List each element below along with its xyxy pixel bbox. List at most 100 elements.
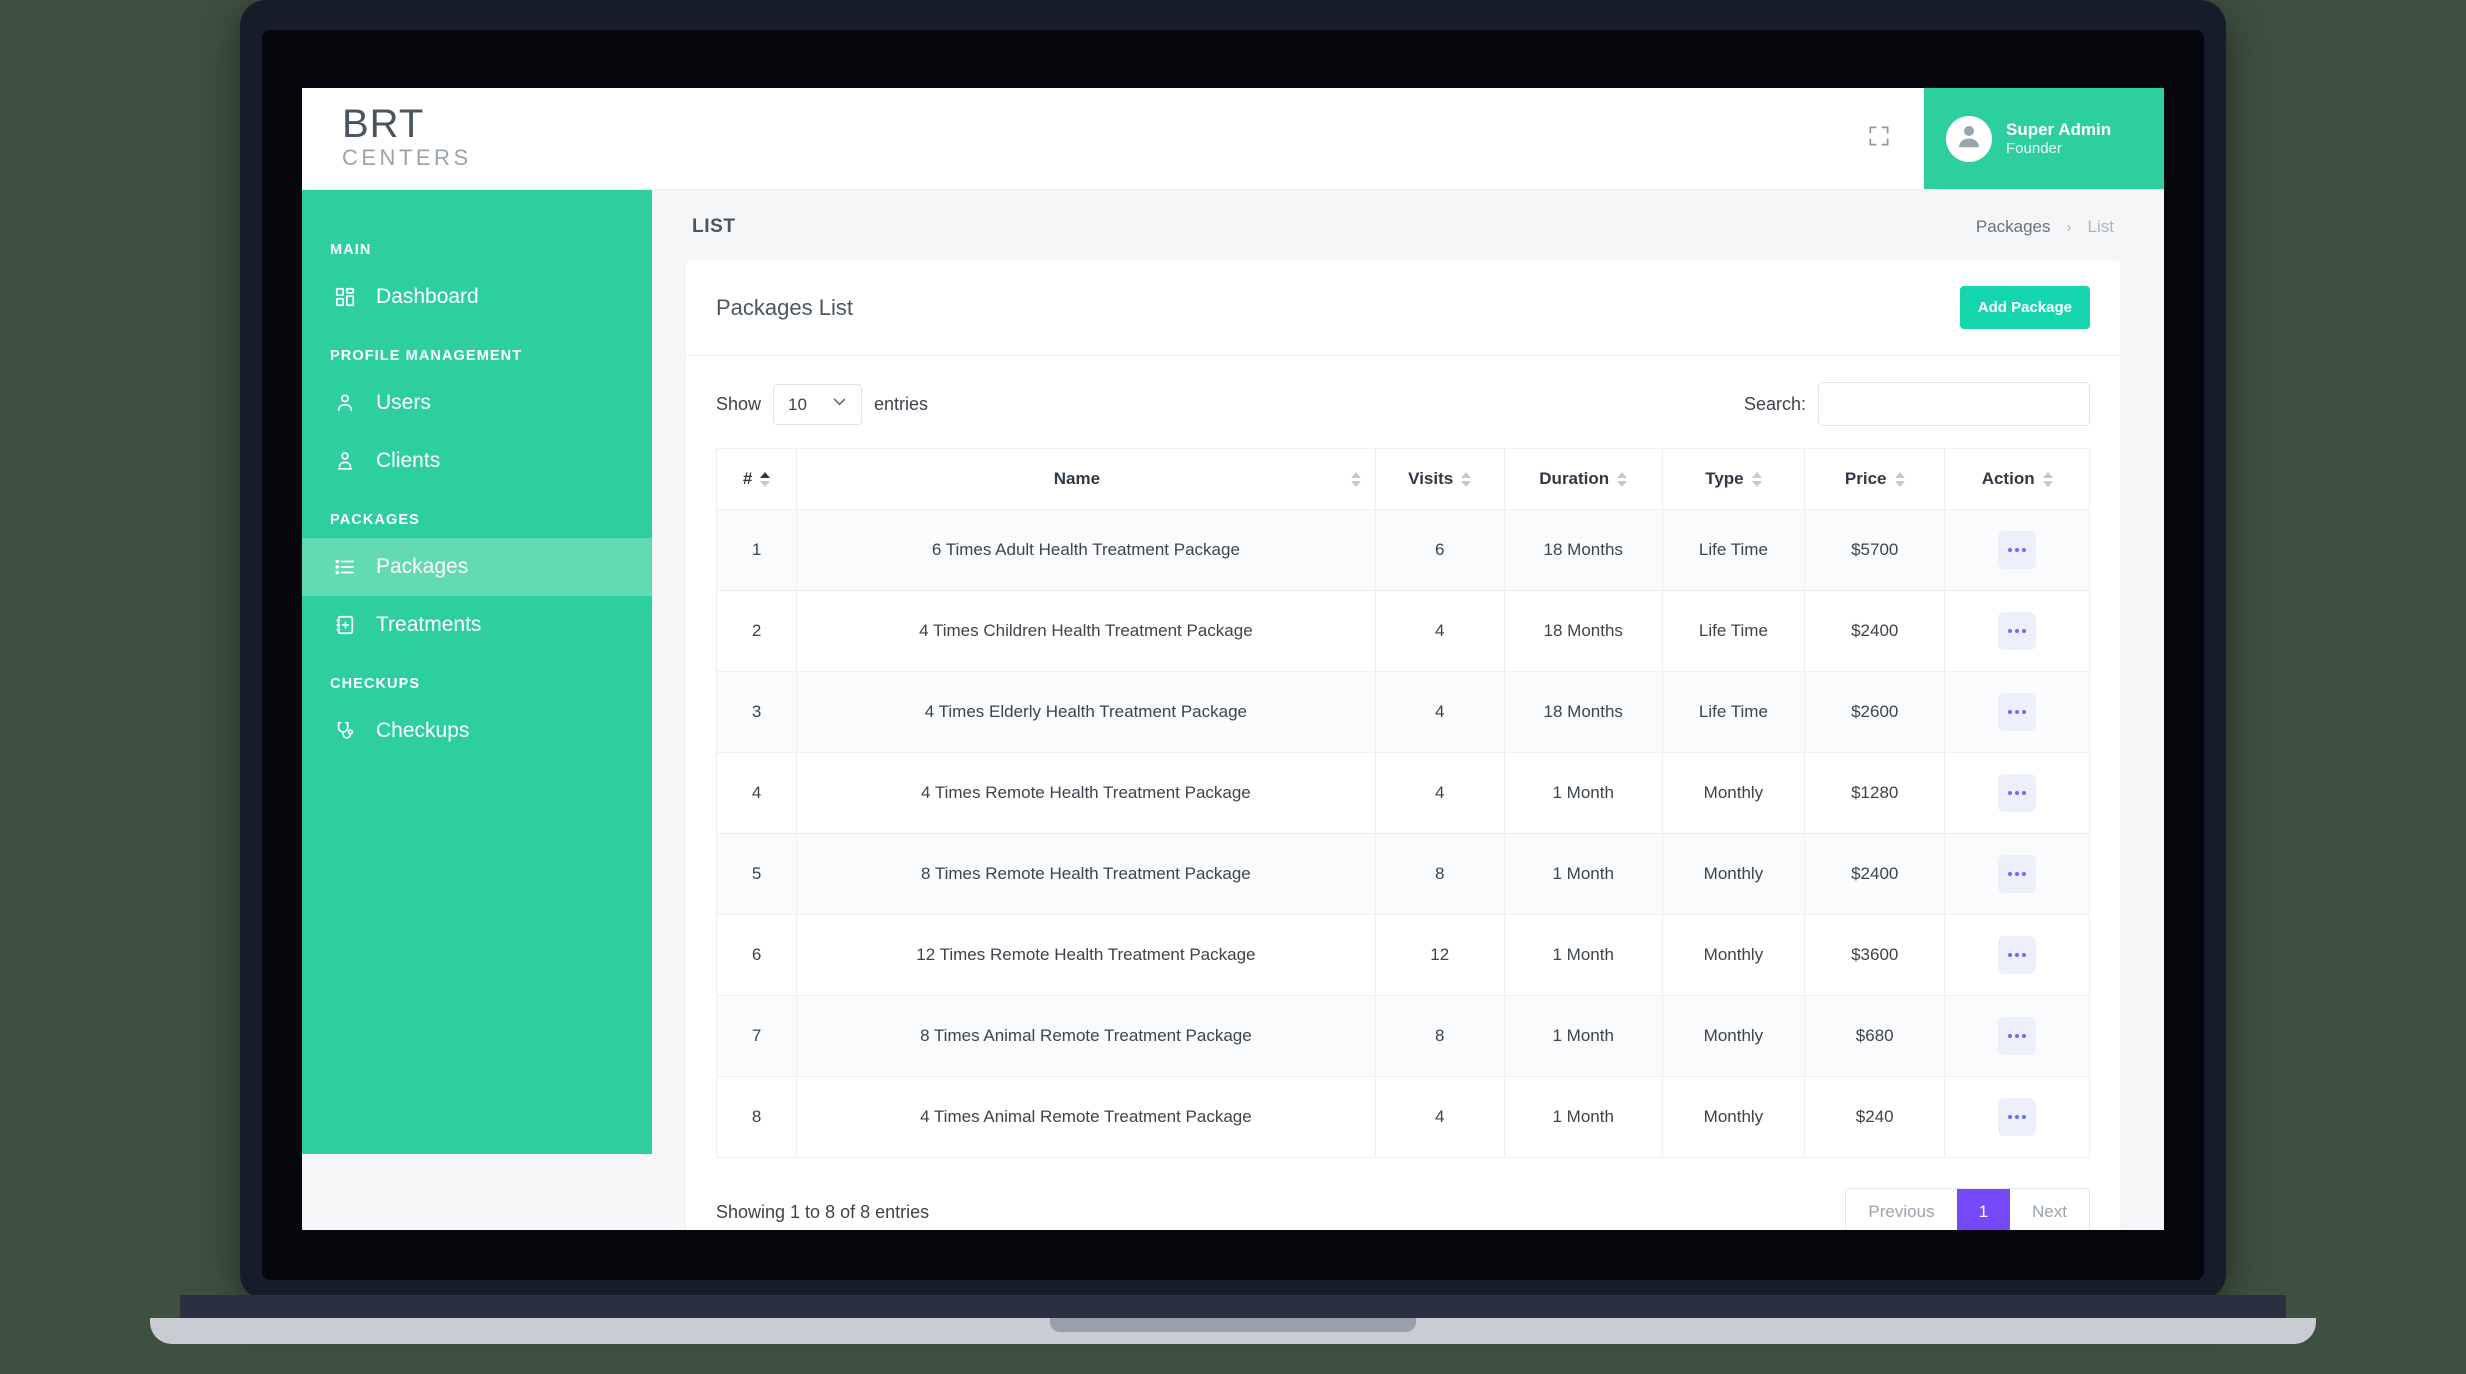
page-length-control: Show 10 25 50 100 <box>716 383 928 425</box>
table-row: 44 Times Remote Health Treatment Package… <box>715 752 2090 834</box>
add-package-button[interactable]: Add Package <box>1959 286 2090 329</box>
search-input[interactable] <box>1818 382 2090 426</box>
cell-number: 6 <box>715 914 798 996</box>
cell-number: 3 <box>715 671 798 753</box>
cell-number: 5 <box>715 833 798 915</box>
table-row: 84 Times Animal Remote Treatment Package… <box>715 1076 2090 1158</box>
top-header-bar: BRT CENTERS Super Admin Founder <box>302 88 2164 190</box>
ellipsis-icon <box>2022 791 2027 795</box>
cell-price: $3600 <box>1804 914 1946 996</box>
row-actions-button[interactable] <box>1998 936 2037 974</box>
pagination-next[interactable]: Next <box>2010 1189 2089 1230</box>
body-row: MAIN Dashboard PROFILE MANAGEMENT Users … <box>302 190 2164 1230</box>
pagination: Previous 1 Next <box>1845 1188 2090 1230</box>
sidebar-item-dashboard[interactable]: Dashboard <box>302 268 652 326</box>
fullscreen-button[interactable] <box>1834 88 1924 189</box>
cell-type: Monthly <box>1661 1076 1806 1158</box>
sidebar-item-treatments[interactable]: Treatments <box>302 596 652 654</box>
table-row: 34 Times Elderly Health Treatment Packag… <box>715 671 2090 753</box>
main-content: LIST Packages › List Packages List Add P… <box>652 190 2164 1230</box>
ellipsis-icon <box>2008 1034 2013 1038</box>
row-actions-button[interactable] <box>1998 531 2037 569</box>
row-actions-button[interactable] <box>1998 612 2037 650</box>
packages-table: # Name Visits Duration Type Price Action… <box>715 448 2090 1158</box>
ellipsis-icon <box>2022 1034 2027 1038</box>
sidebar: MAIN Dashboard PROFILE MANAGEMENT Users … <box>302 190 652 1154</box>
sidebar-item-label: Packages <box>376 555 469 578</box>
row-actions-button[interactable] <box>1998 1098 2037 1136</box>
grid-dashboard-icon <box>332 284 358 310</box>
scene: BRT CENTERS Super Admin Founder MAIN Das… <box>0 0 2466 1374</box>
showing-entries-text: Showing 1 to 8 of 8 entries <box>716 1201 930 1222</box>
sidebar-item-packages[interactable]: Packages <box>302 538 652 596</box>
column-header-duration[interactable]: Duration <box>1503 448 1663 510</box>
ellipsis-icon <box>2008 953 2013 957</box>
brand-tagline: CENTERS <box>342 145 472 171</box>
table-row: 6 12 Times Remote Health Treatment Packag… <box>715 914 2090 996</box>
page-header: LIST Packages › List <box>686 190 2120 260</box>
chevron-right-icon: › <box>2066 218 2072 236</box>
cell-price: $680 <box>1804 995 1946 1077</box>
packages-card: Packages List Add Package Show 10 25 <box>686 260 2120 1230</box>
ellipsis-icon <box>2022 548 2027 552</box>
sort-arrows-icon <box>1461 471 1472 487</box>
row-actions-button[interactable] <box>1998 855 2037 893</box>
column-header-type[interactable]: Type <box>1661 448 1806 510</box>
cell-price: $2400 <box>1804 833 1946 915</box>
cell-type: Monthly <box>1661 995 1806 1077</box>
user-profile-panel[interactable]: Super Admin Founder <box>1924 88 2164 189</box>
row-actions-button[interactable] <box>1998 693 2037 731</box>
column-label: Price <box>1844 469 1887 488</box>
row-actions-button[interactable] <box>1998 1017 2037 1055</box>
brand-logo[interactable]: BRT CENTERS <box>302 88 662 189</box>
show-label: Show <box>716 393 762 414</box>
sort-arrows-icon <box>1751 471 1762 487</box>
cell-duration: 1 Month <box>1503 752 1663 834</box>
column-label: # <box>742 469 753 488</box>
column-header-action[interactable]: Action <box>1944 448 2090 510</box>
pagination-page-1[interactable]: 1 <box>1956 1189 2011 1230</box>
cell-price: $240 <box>1804 1076 1946 1158</box>
sidebar-item-users[interactable]: Users <box>302 374 652 432</box>
column-header-price[interactable]: Price <box>1804 448 1946 510</box>
user-role: Founder <box>2006 139 2062 157</box>
cell-action <box>1944 995 2090 1077</box>
sidebar-item-label: Treatments <box>376 613 482 636</box>
cell-name: 8 Times Remote Health Treatment Package <box>796 833 1376 915</box>
cell-number: 4 <box>715 752 798 834</box>
ellipsis-icon <box>2022 953 2027 957</box>
column-header-visits[interactable]: Visits <box>1374 448 1505 510</box>
cell-type: Monthly <box>1661 914 1806 996</box>
table-header-row: # Name Visits Duration Type Price Action <box>715 448 2090 510</box>
user-group-icon <box>332 448 358 474</box>
stethoscope-icon <box>332 718 358 744</box>
list-icon <box>332 554 358 580</box>
ellipsis-icon <box>2008 872 2013 876</box>
cell-type: Life Time <box>1661 671 1806 753</box>
cell-visits: 4 <box>1374 590 1505 672</box>
page-length-select[interactable]: 10 25 50 100 <box>773 383 863 425</box>
cell-name: 12 Times Remote Health Treatment Package <box>796 914 1376 996</box>
ellipsis-icon <box>2015 791 2020 795</box>
cell-visits: 6 <box>1374 509 1505 591</box>
ellipsis-icon <box>2008 1115 2013 1119</box>
sidebar-item-clients[interactable]: Clients <box>302 432 652 490</box>
row-actions-button[interactable] <box>1998 774 2037 812</box>
cell-name: 4 Times Elderly Health Treatment Package <box>796 671 1376 753</box>
sidebar-item-checkups[interactable]: Checkups <box>302 702 652 760</box>
cell-action <box>1944 752 2090 834</box>
cell-duration: 1 Month <box>1503 1076 1663 1158</box>
column-header-number[interactable]: # <box>715 448 798 510</box>
ellipsis-icon <box>2015 548 2020 552</box>
pagination-previous[interactable]: Previous <box>1846 1189 1957 1230</box>
breadcrumb-packages[interactable]: Packages <box>1976 217 2051 237</box>
column-header-name[interactable]: Name <box>796 448 1376 510</box>
cell-action <box>1944 509 2090 591</box>
cell-name: 4 Times Animal Remote Treatment Package <box>796 1076 1376 1158</box>
header-spacer <box>662 88 1834 189</box>
cell-price: $1280 <box>1804 752 1946 834</box>
cell-number: 1 <box>715 509 798 591</box>
sidebar-item-label: Users <box>376 391 431 414</box>
ellipsis-icon <box>2015 872 2020 876</box>
cell-type: Monthly <box>1661 833 1806 915</box>
